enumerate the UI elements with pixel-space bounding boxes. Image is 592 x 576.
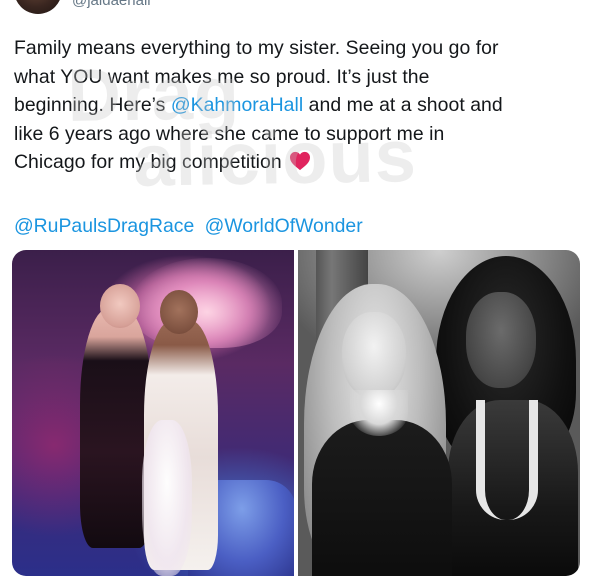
tweet-line: Family means everything to my sister. Se… <box>14 37 499 59</box>
white-feather-boa <box>142 420 192 576</box>
mention-link-rupaulsdragrace[interactable]: @RuPaulsDragRace <box>14 215 194 237</box>
mention-tags: @RuPaulsDragRace @WorldOfWonder <box>14 212 368 240</box>
person-blonde-face <box>342 312 406 398</box>
person-right-head <box>160 290 198 334</box>
photo-bw-competition[interactable] <box>298 250 580 576</box>
lanyard <box>476 400 538 520</box>
mention-link-worldofwonder[interactable]: @WorldOfWonder <box>205 215 363 237</box>
feather-headdress <box>132 258 282 348</box>
tweet-text-segment: and me at a shoot and <box>303 94 503 116</box>
media-grid <box>12 250 580 576</box>
mention-link-kahmorahall[interactable]: @KahmoraHall <box>171 94 303 116</box>
tweet-line: like 6 years ago where she came to suppo… <box>14 122 445 145</box>
statement-necklace <box>350 390 408 436</box>
tweet-line: what YOU want makes me so proud. It’s ju… <box>14 65 430 88</box>
person-left-head <box>100 284 140 328</box>
tweet-text-segment: beginning. Here’s <box>14 94 171 116</box>
tweet-line: beginning. Here’s @KahmoraHall and me at… <box>14 91 580 120</box>
person-dark-face <box>466 292 536 388</box>
tweet-text: Family means everything to my sister. Se… <box>14 34 580 177</box>
avatar[interactable] <box>14 0 62 14</box>
tweet-line: Chicago for my big competition <box>14 148 580 177</box>
red-heart-icon <box>290 151 311 171</box>
tweet-text-segment: Chicago for my big competition <box>14 151 282 173</box>
photo-club-shoot[interactable] <box>12 250 294 576</box>
user-handle[interactable]: @jaidaehall <box>72 0 151 10</box>
person-blonde-body <box>312 420 452 576</box>
